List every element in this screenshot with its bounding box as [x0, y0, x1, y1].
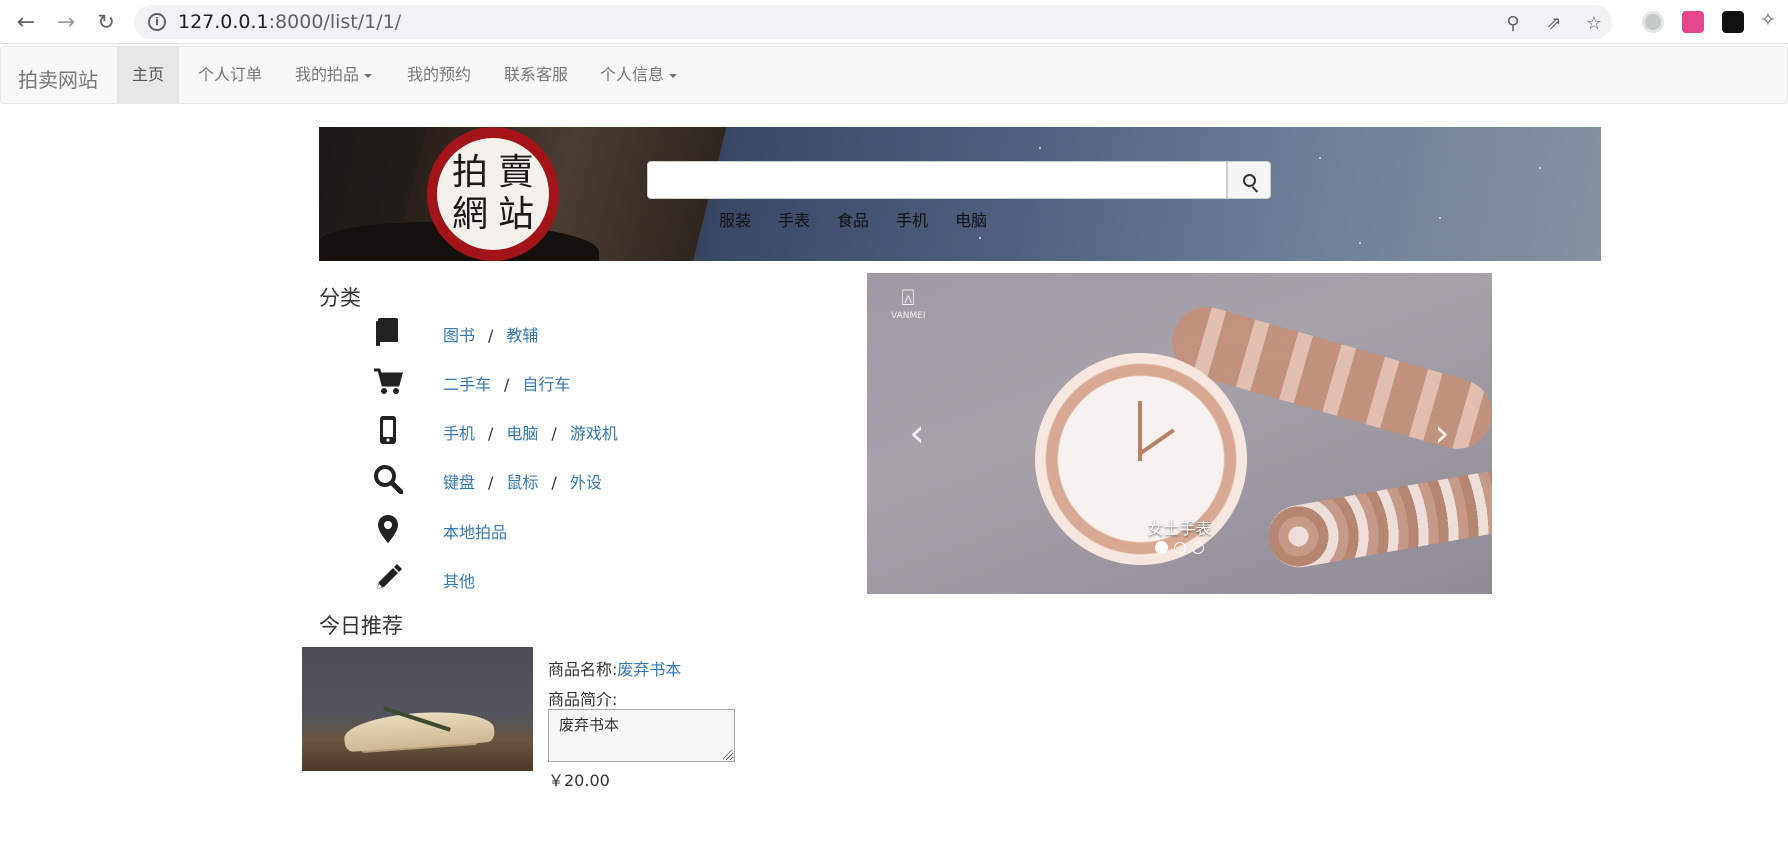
category-link[interactable]: 本地拍品 — [443, 523, 507, 542]
categories-title: 分类 — [319, 286, 361, 310]
category-link[interactable]: 其他 — [443, 572, 475, 591]
share-icon[interactable]: ⇗ — [1543, 12, 1565, 34]
nav-home[interactable]: 主页 — [117, 47, 180, 103]
search-input[interactable] — [647, 161, 1227, 199]
quick-cat-watch[interactable]: 手表 — [778, 207, 810, 231]
extension-circle-icon[interactable] — [1642, 11, 1664, 33]
category-link[interactable]: 教辅 — [506, 326, 538, 345]
carousel-prev-icon[interactable]: ‹ — [897, 413, 937, 453]
phone-icon — [370, 414, 406, 446]
category-link[interactable]: 自行车 — [522, 375, 570, 394]
carousel-next-icon[interactable]: › — [1422, 413, 1462, 453]
seal-char: 拍 — [451, 152, 488, 193]
forward-icon[interactable]: → — [50, 6, 82, 38]
category-row: 二手车 / 自行车 — [370, 365, 570, 397]
carousel-indicator[interactable] — [1192, 542, 1204, 554]
cart-icon — [370, 365, 406, 397]
product-name-line: 商品名称:废弃书本 — [548, 656, 681, 680]
book-icon — [370, 316, 406, 348]
category-link[interactable]: 二手车 — [443, 375, 491, 394]
nav-reservations[interactable]: 我的预约 — [392, 47, 486, 103]
product-name-link[interactable]: 废弃书本 — [617, 660, 681, 679]
zoom-icon[interactable]: ⚲ — [1502, 12, 1524, 34]
category-link[interactable]: 键盘 — [443, 473, 475, 492]
seal-char: 站 — [497, 194, 534, 235]
resize-grip-icon[interactable] — [723, 750, 732, 759]
product-name-label: 商品名称: — [548, 660, 618, 679]
reload-icon[interactable]: ↻ — [90, 6, 122, 38]
back-icon[interactable]: ← — [10, 6, 42, 38]
carousel-indicator[interactable] — [1155, 541, 1168, 554]
quick-category-links: 服装 手表 食品 手机 电脑 — [719, 207, 987, 231]
carousel-caption: 女士手表 — [1147, 519, 1212, 538]
extension-translate-icon[interactable] — [1682, 11, 1704, 33]
category-link[interactable]: 外设 — [570, 473, 602, 492]
search-button[interactable] — [1227, 161, 1271, 199]
product-desc-label: 商品简介: — [548, 690, 618, 709]
nav-customer-service[interactable]: 联系客服 — [489, 47, 583, 103]
product-carousel[interactable]: ⍓ VANMEI ‹ › 女士手表 — [867, 273, 1492, 594]
search-icon — [1242, 173, 1256, 187]
pencil-icon — [370, 562, 406, 594]
category-row: 手机 / 电脑 / 游戏机 — [370, 414, 618, 446]
category-row: 键盘 / 鼠标 / 外设 — [370, 463, 602, 495]
category-row: 本地拍品 — [370, 513, 507, 545]
category-link[interactable]: 游戏机 — [570, 424, 618, 443]
site-info-icon[interactable]: i — [148, 13, 166, 31]
bookmark-star-icon[interactable]: ☆ — [1583, 12, 1605, 34]
seal-char: 網 — [451, 194, 488, 235]
seal-char: 賣 — [497, 152, 534, 193]
map-marker-icon — [370, 513, 406, 545]
recommend-title: 今日推荐 — [319, 614, 403, 638]
site-seal-logo: 拍 賣 網 站 — [427, 127, 559, 261]
main-navbar: 拍卖网站 主页 个人订单 我的拍品 我的预约 联系客服 个人信息 — [0, 46, 1788, 104]
category-link[interactable]: 鼠标 — [506, 473, 538, 492]
caret-down-icon — [669, 73, 678, 78]
product-desc-textarea[interactable]: 废弃书本 — [548, 709, 735, 762]
brand-logo[interactable]: 拍卖网站 — [18, 64, 98, 93]
category-link[interactable]: 电脑 — [506, 424, 538, 443]
search-icon — [370, 463, 406, 495]
url-text[interactable]: 127.0.0.1:8000/list/1/1/ — [178, 11, 401, 33]
address-bar[interactable]: i 127.0.0.1:8000/list/1/1/ ⚲ ⇗ ☆ — [134, 5, 1612, 39]
header-banner: 拍 賣 網 站 服装 手表 食品 手机 电脑 — [319, 127, 1601, 261]
nav-my-items[interactable]: 我的拍品 — [280, 47, 387, 103]
brand-watermark-logo: ⍓ VANMEI — [891, 286, 926, 322]
quick-cat-clothing[interactable]: 服装 — [719, 207, 751, 231]
category-row: 图书 / 教辅 — [370, 316, 538, 348]
nav-orders[interactable]: 个人订单 — [183, 47, 277, 103]
quick-cat-computer[interactable]: 电脑 — [955, 207, 987, 231]
product-price: ￥20.00 — [548, 771, 610, 790]
recommend-product-image[interactable] — [302, 647, 533, 771]
browser-toolbar: ← → ↻ i 127.0.0.1:8000/list/1/1/ ⚲ ⇗ ☆ ✧ — [0, 0, 1788, 44]
carousel-indicator[interactable] — [1174, 542, 1186, 554]
carousel-indicators — [867, 539, 1492, 558]
extensions-puzzle-icon[interactable]: ✧ — [1760, 9, 1782, 31]
quick-cat-phone[interactable]: 手机 — [896, 207, 928, 231]
category-link[interactable]: 手机 — [443, 424, 475, 443]
nav-profile[interactable]: 个人信息 — [585, 47, 692, 103]
extension-glasses-icon[interactable] — [1722, 11, 1744, 33]
category-link[interactable]: 图书 — [443, 326, 475, 345]
caret-down-icon — [364, 73, 373, 78]
category-row: 其他 — [370, 562, 475, 594]
quick-cat-food[interactable]: 食品 — [837, 207, 869, 231]
